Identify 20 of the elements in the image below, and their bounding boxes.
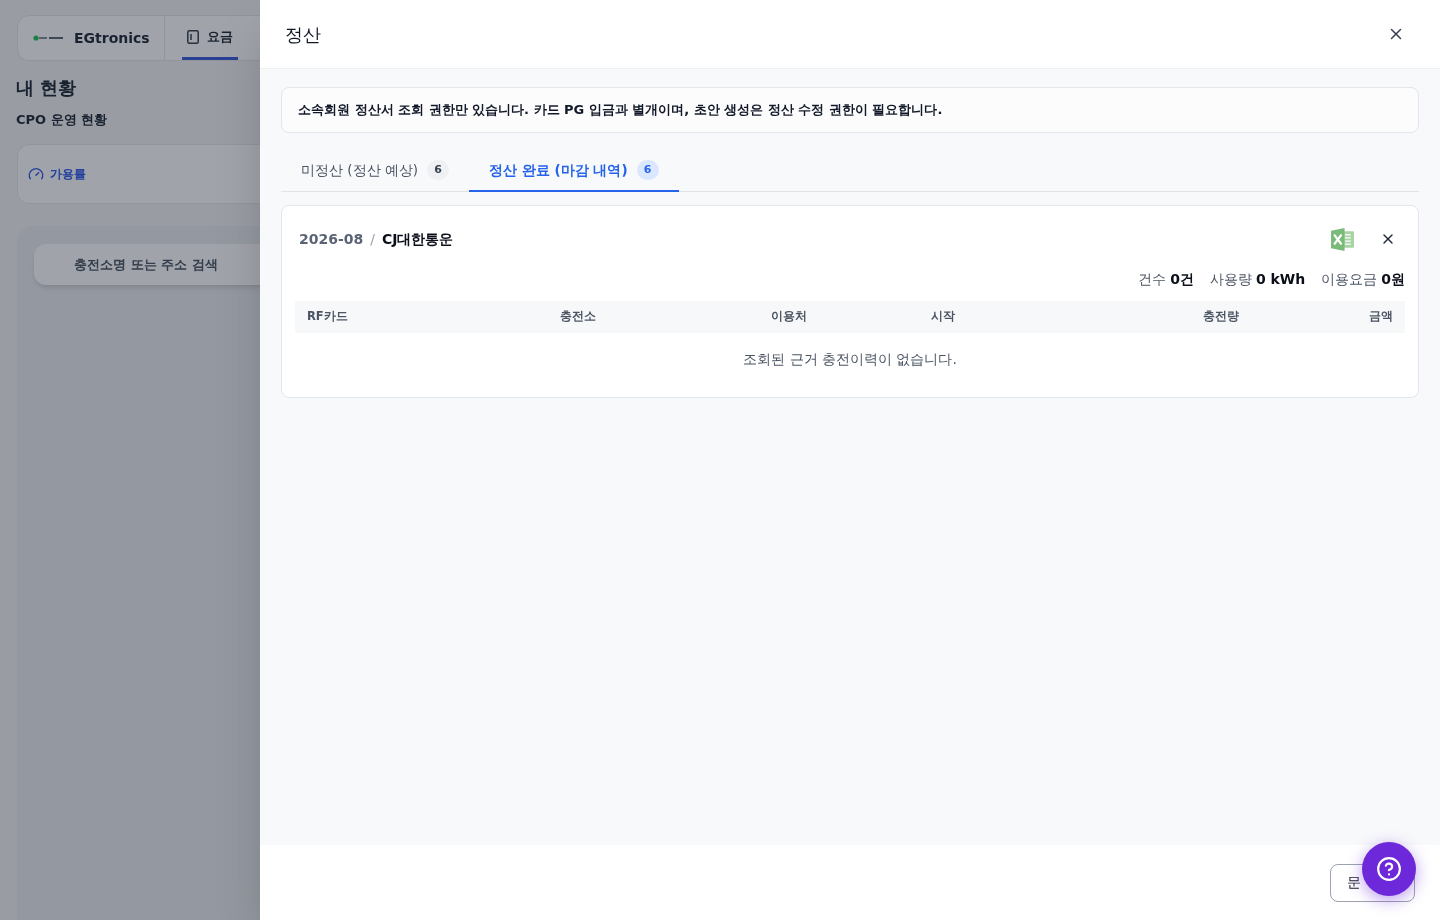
summary-label: 사용량 (1209, 270, 1252, 289)
column-header: 충전량 (1202, 308, 1240, 326)
empty-message: 조회된 근거 충전이력이 없습니다. (743, 349, 957, 369)
column-header: 충전소 (559, 308, 597, 326)
brand-name: EGtronics (74, 28, 150, 48)
summary-label: 이용요금 (1321, 270, 1378, 289)
column-header: 시작 (930, 308, 956, 326)
count-badge: 6 (427, 160, 450, 180)
column-header: RF카드 (306, 308, 349, 326)
summary-value: 0원 (1381, 270, 1405, 289)
column-header: 이용처 (770, 308, 808, 326)
page-heading: 내 현황 (16, 76, 77, 100)
summary-label: 건수 (1138, 270, 1167, 289)
notice-text: 소속회원 정산서 조회 권한만 있습니다. 카드 PG 입금과 별개이며, 초안 생성은 정산 수정 권한이 필요합니다. (298, 101, 943, 120)
drawer-title: 정산 (285, 22, 321, 47)
count-badge: 6 (636, 160, 659, 180)
section-heading: CPO 운영 현황 (16, 111, 108, 129)
summary-value: 0 kWh (1255, 270, 1306, 289)
summary-value: 0건 (1170, 270, 1194, 289)
column-header: 금액 (1368, 308, 1394, 326)
